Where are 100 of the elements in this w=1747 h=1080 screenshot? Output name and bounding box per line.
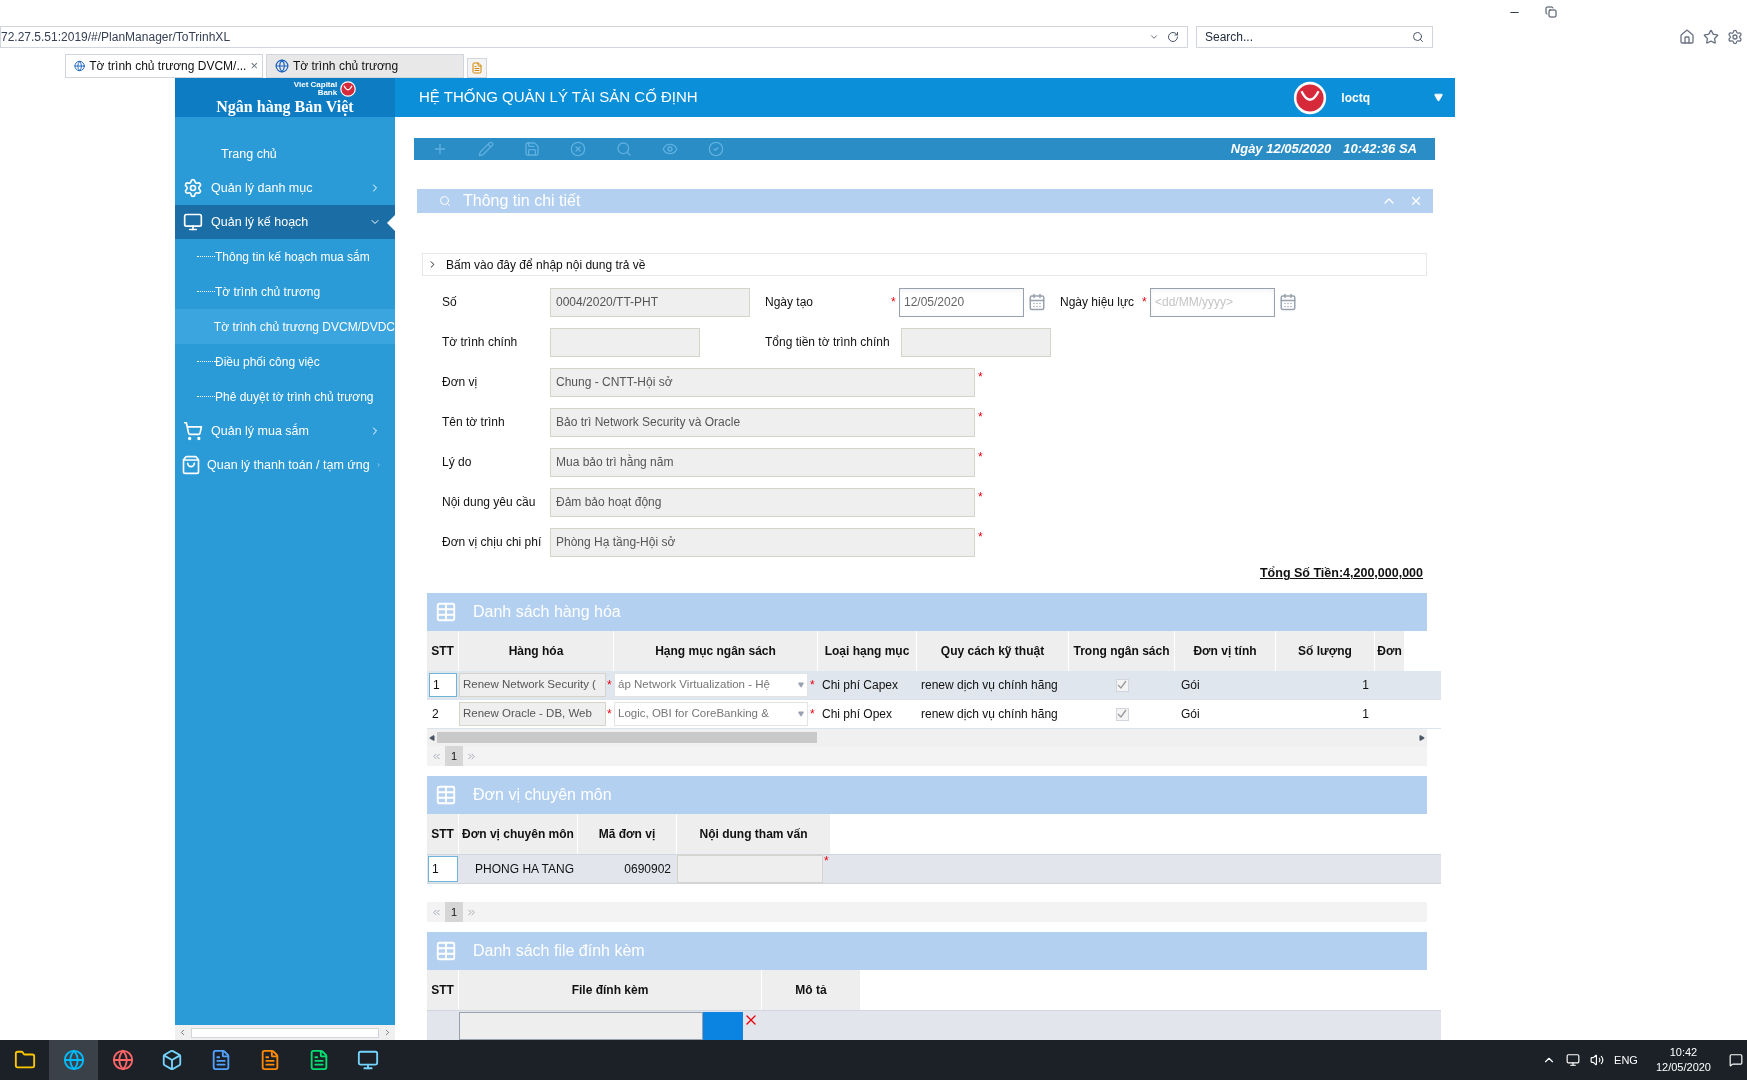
menu-icon bbox=[183, 212, 203, 232]
table-cell-text: Gói bbox=[1180, 677, 1201, 694]
required-mark: * bbox=[978, 450, 983, 465]
avatar-icon[interactable] bbox=[1293, 80, 1328, 115]
field-label: Ngày hiệu lực bbox=[1060, 294, 1136, 312]
edit-icon[interactable] bbox=[478, 140, 494, 157]
close-button[interactable]: × bbox=[250, 56, 258, 76]
clock[interactable]: 10:42 12/05/2020 bbox=[1647, 1045, 1719, 1075]
table-cell-text: PHONG HA TANG bbox=[474, 861, 575, 878]
language-indicator[interactable]: ENG bbox=[1614, 1051, 1638, 1069]
calendar-icon[interactable] bbox=[1028, 293, 1046, 312]
table-cell-text: Gói bbox=[1180, 706, 1201, 723]
section-title: Danh sách file đính kèm bbox=[473, 941, 645, 961]
field-label: Ngày tạo bbox=[765, 294, 815, 312]
scroll-left-icon[interactable] bbox=[429, 734, 435, 741]
search-field[interactable]: Search... bbox=[1196, 26, 1433, 48]
checkbox[interactable] bbox=[1115, 707, 1129, 721]
table-icon bbox=[435, 784, 457, 806]
field-label: Tổng tiền tờ trình chính bbox=[765, 334, 891, 352]
input-field[interactable] bbox=[677, 855, 823, 883]
home-icon[interactable] bbox=[1679, 29, 1695, 45]
scrollbar-thumb[interactable] bbox=[191, 1027, 379, 1038]
column-header: Hàng hóa bbox=[459, 631, 614, 671]
column-header: Đơn bbox=[1375, 631, 1405, 671]
restore-icon[interactable] bbox=[1545, 6, 1557, 18]
network-icon[interactable] bbox=[1566, 1053, 1581, 1067]
input-field[interactable]: Renew Network Security ( bbox=[459, 673, 606, 697]
table-cell-text: 1 bbox=[1361, 677, 1370, 694]
browser-tab[interactable]: Tờ trình chủ trương DVCM/... × bbox=[65, 54, 263, 78]
notification-icon[interactable] bbox=[1729, 1053, 1743, 1067]
horizontal-scrollbar[interactable] bbox=[175, 1025, 395, 1040]
column-header: Hạng mục ngân sách bbox=[614, 631, 818, 671]
input-field[interactable] bbox=[901, 327, 1051, 357]
column-header: STT bbox=[427, 970, 459, 1010]
calendar-icon[interactable] bbox=[1279, 293, 1297, 312]
expand-row[interactable]: Bấm vào đây để nhập nội dung trả về bbox=[422, 253, 1427, 277]
menu-item[interactable]: Quản lý kế hoạch bbox=[175, 205, 395, 239]
browser-tab[interactable]: Tờ trình chủ trương bbox=[266, 54, 464, 78]
input-field[interactable]: Bảo trì Network Security và Oracle bbox=[550, 407, 975, 437]
dropdown-icon[interactable] bbox=[1434, 93, 1443, 102]
menu-icon bbox=[181, 455, 201, 475]
input-field[interactable]: Renew Oracle - DB, Web bbox=[459, 702, 606, 726]
required-mark: * bbox=[1142, 295, 1147, 310]
cancel-icon[interactable] bbox=[570, 140, 586, 157]
required-mark: * bbox=[978, 410, 983, 425]
tab-label: Tờ trình chủ trương DVCM/... bbox=[89, 58, 247, 75]
settings-icon[interactable] bbox=[1727, 29, 1743, 45]
save-icon[interactable] bbox=[524, 140, 540, 157]
refresh-icon[interactable] bbox=[1167, 31, 1179, 43]
caret-icon bbox=[798, 711, 804, 717]
input-field[interactable]: Đảm bảo hoạt động bbox=[550, 487, 975, 517]
input-field[interactable] bbox=[550, 327, 700, 357]
new-tab-button[interactable] bbox=[467, 58, 487, 78]
search-icon[interactable] bbox=[1412, 31, 1424, 43]
field-label: Nội dung yêu cầu bbox=[442, 494, 537, 512]
table-cell-text: 2 bbox=[431, 706, 440, 723]
logo-text: Ngân hàng Bản Việt bbox=[216, 98, 354, 115]
user-name[interactable]: loctq bbox=[1341, 88, 1370, 107]
table-row[interactable]: 1 Renew Network Security ( * áp Network Virtualization - Hệ * Chi phí Capex renew dịch vụ chính hãng Gói 1 bbox=[427, 671, 1441, 700]
column-header: File đính kèm bbox=[459, 970, 762, 1010]
file-field[interactable] bbox=[459, 1012, 703, 1040]
required-mark: * bbox=[810, 679, 815, 691]
horizontal-scrollbar[interactable] bbox=[427, 729, 1427, 746]
input-field[interactable]: Chung - CNTT-Hội sở bbox=[550, 367, 975, 397]
column-header: Nội dung tham vấn bbox=[677, 814, 831, 854]
table-cell-text: 1 bbox=[1361, 706, 1370, 723]
scroll-left-icon[interactable] bbox=[178, 1028, 187, 1037]
select-field[interactable]: Logic, OBI for CoreBanking & bbox=[614, 702, 808, 726]
input-field[interactable]: Mua bảo trì hằng năm bbox=[550, 447, 975, 477]
star-icon[interactable] bbox=[1703, 29, 1719, 45]
table-cell: 1 bbox=[429, 673, 457, 697]
date-text: Ngày 12/05/2020 bbox=[1230, 140, 1332, 159]
scroll-right-icon[interactable] bbox=[383, 1028, 392, 1037]
volume-icon[interactable] bbox=[1590, 1053, 1605, 1067]
page-button[interactable]: 1 bbox=[445, 902, 464, 922]
folder-icon bbox=[13, 1049, 36, 1071]
caret-icon bbox=[798, 682, 804, 688]
table-row[interactable]: 2 Renew Oracle - DB, Web * Logic, OBI for CoreBanking & * Chi phí Opex renew dịch vụ chính hãng Gói 1 bbox=[427, 700, 1441, 729]
search-icon bbox=[439, 195, 451, 208]
menu-icon bbox=[183, 421, 203, 441]
column-header: STT bbox=[427, 631, 459, 671]
dropdown-icon[interactable] bbox=[1149, 32, 1159, 42]
menu-icon bbox=[183, 178, 203, 198]
input-field[interactable]: 0004/2020/TT-PHT bbox=[550, 287, 750, 317]
globe-icon bbox=[111, 1049, 134, 1071]
scroll-right-icon[interactable] bbox=[1419, 734, 1425, 741]
table-icon bbox=[435, 601, 457, 623]
page-button[interactable]: 1 bbox=[445, 746, 464, 766]
tab-label: Tờ trình chủ trương bbox=[293, 58, 400, 75]
input-field[interactable]: Phòng Hạ tầng-Hội sở bbox=[550, 527, 975, 557]
scrollbar-thumb[interactable] bbox=[437, 732, 817, 743]
pointer-notch bbox=[387, 215, 395, 231]
checkbox[interactable] bbox=[1115, 678, 1129, 692]
required-mark: * bbox=[978, 370, 983, 385]
approve-icon[interactable] bbox=[708, 140, 724, 157]
address-field[interactable]: 72.27.5.51:2019/#/PlanManager/ToTrinhXL bbox=[0, 26, 1188, 48]
table-cell-text: renew dịch vụ chính hãng bbox=[920, 706, 1059, 723]
select-field[interactable]: áp Network Virtualization - Hệ bbox=[614, 673, 808, 697]
taskbar-button[interactable] bbox=[49, 1040, 98, 1080]
date-field[interactable]: 12/05/2020 bbox=[899, 287, 1024, 317]
